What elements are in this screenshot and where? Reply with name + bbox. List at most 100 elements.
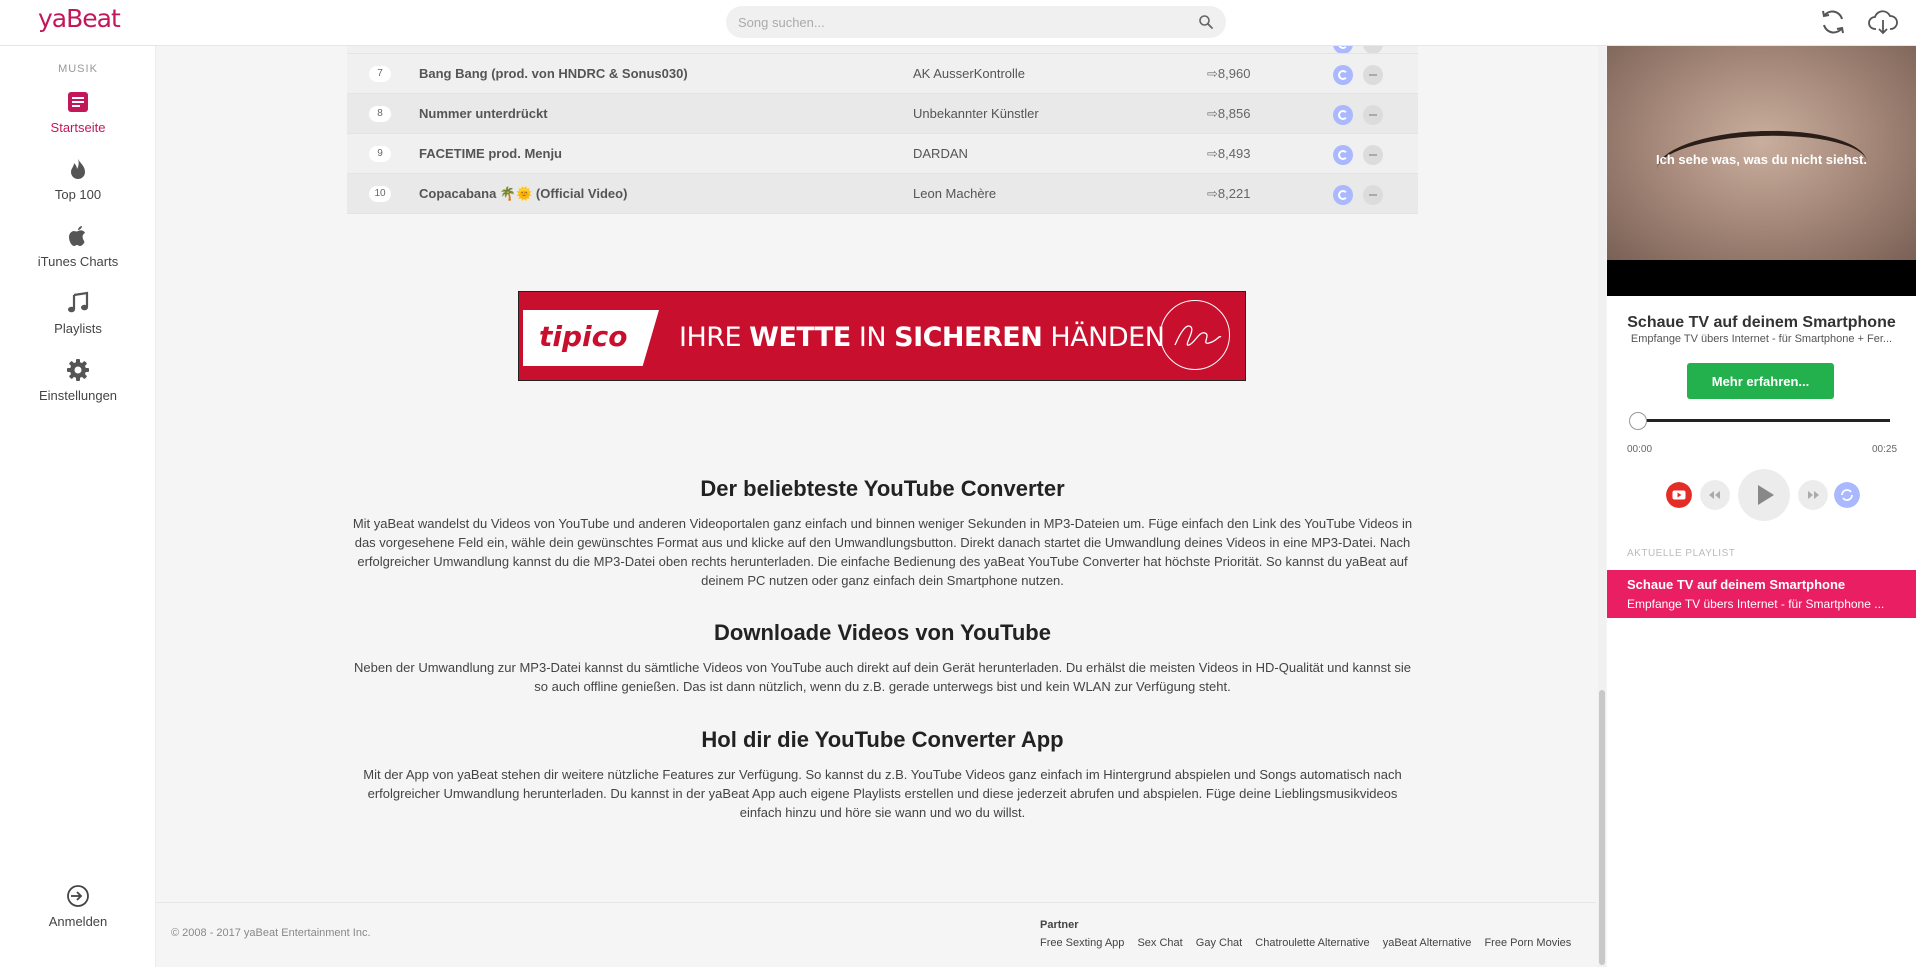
flame-icon — [71, 158, 85, 179]
convert-button[interactable] — [1333, 65, 1353, 85]
playlist-item[interactable]: Schaue TV auf deinem Smartphone Empfange… — [1607, 570, 1916, 618]
partner-heading: Partner — [1040, 919, 1079, 931]
track-number: 8 — [369, 106, 391, 122]
ad-slogan-part: IHRE — [679, 322, 750, 353]
plays-icon: ⇨ — [1207, 146, 1218, 161]
track-title[interactable]: FACETIME prod. Menju — [419, 146, 562, 161]
fast-forward-icon[interactable] — [1798, 480, 1828, 510]
player-panel: Ich sehe was, was du nicht siehst. Schau… — [1607, 46, 1916, 967]
nav-item-top100[interactable]: Top 100 — [0, 157, 156, 215]
track-plays: ⇨8,960 — [1207, 66, 1250, 82]
top-header: yaBeat — [0, 0, 1916, 46]
partner-link[interactable]: yaBeat Alternative — [1383, 937, 1472, 949]
ad-seal-signature — [1160, 300, 1230, 370]
ad-slogan-part: WETTE — [749, 322, 851, 353]
nav-item-einstellungen[interactable]: Einstellungen — [0, 358, 156, 416]
track-title[interactable]: Copacabana 🌴🌞 (Official Video) — [419, 186, 627, 202]
convert-button[interactable] — [1333, 145, 1353, 165]
yabeat-logo[interactable]: yaBeat — [38, 4, 121, 33]
playlist-heading: AKTUELLE PLAYLIST — [1627, 548, 1736, 559]
partner-links: Free Sexting App Sex Chat Gay Chat Chatr… — [1040, 937, 1581, 949]
nav-item-startseite[interactable]: Startseite — [0, 90, 156, 148]
sync-icon[interactable] — [1817, 6, 1849, 38]
nav-label: Playlists — [54, 321, 102, 336]
article-download: Downloade Videos von YouTube Neben der U… — [347, 620, 1418, 696]
track-title[interactable]: Nummer unterdrückt — [419, 106, 548, 121]
music-note-icon — [68, 291, 89, 313]
rewind-icon[interactable] — [1700, 480, 1730, 510]
nav-label: Einstellungen — [38, 388, 118, 403]
convert-button[interactable] — [1333, 105, 1353, 125]
convert-button[interactable] — [1333, 185, 1353, 205]
more-button[interactable] — [1363, 145, 1383, 165]
login-label: Anmelden — [48, 914, 108, 929]
plays-count: 8,221 — [1217, 186, 1251, 201]
apple-icon — [69, 226, 85, 246]
learn-more-button[interactable]: Mehr erfahren... — [1687, 363, 1834, 399]
left-sidebar: MUSIK Startseite Top 100 iTunes Charts P… — [0, 46, 156, 967]
time-total: 00:25 — [1872, 444, 1898, 455]
more-button[interactable] — [1363, 105, 1383, 125]
more-button[interactable] — [1363, 65, 1383, 85]
search-input[interactable] — [726, 6, 1166, 38]
partner-link[interactable]: Free Sexting App — [1040, 937, 1124, 949]
video-player[interactable]: Ich sehe was, was du nicht siehst. — [1607, 46, 1916, 296]
progress-bar[interactable] — [1637, 419, 1890, 422]
plays-icon: ⇨ — [1207, 66, 1218, 81]
signature-graphic — [1174, 325, 1222, 346]
nav-label: iTunes Charts — [37, 254, 119, 269]
track-number: 9 — [369, 146, 391, 162]
cloud-download-icon[interactable] — [1867, 6, 1899, 38]
progress-knob[interactable] — [1629, 412, 1647, 430]
ad-slogan-part: IN — [850, 322, 895, 353]
track-artist[interactable]: Unbekannter Künstler — [913, 106, 1039, 121]
track-plays: ⇨8,493 — [1207, 146, 1250, 162]
table-row[interactable] — [347, 46, 1418, 54]
gear-icon — [67, 359, 89, 381]
more-button[interactable] — [1363, 46, 1383, 53]
plays-icon: ⇨ — [1207, 186, 1218, 201]
track-title[interactable]: Bang Bang (prod. von HNDRC & Sonus030) — [419, 66, 688, 81]
playlist-item-title: Schaue TV auf deinem Smartphone — [1627, 577, 1846, 592]
track-artist[interactable]: Leon Machère — [913, 186, 996, 201]
youtube-icon[interactable] — [1666, 482, 1692, 508]
track-number: 10 — [369, 186, 391, 202]
search-bar[interactable] — [726, 6, 1226, 38]
track-artist[interactable]: AK AusserKontrolle — [913, 66, 1025, 81]
track-table: 7 Bang Bang (prod. von HNDRC & Sonus030)… — [347, 46, 1418, 214]
promo-subtitle: Empfange TV übers Internet - für Smartph… — [1630, 333, 1893, 345]
tipico-ad-banner[interactable]: tipico IHRE WETTE IN SICHEREN HÄNDEN — [518, 291, 1246, 381]
convert-button[interactable] — [1333, 46, 1353, 53]
nav-heading: MUSIK — [58, 63, 98, 75]
play-icon[interactable] — [1738, 469, 1790, 521]
scrollbar-thumb[interactable] — [1599, 690, 1605, 965]
nav-item-itunes-charts[interactable]: iTunes Charts — [0, 224, 156, 282]
partner-link[interactable]: Chatroulette Alternative — [1255, 937, 1369, 949]
ad-slogan: IHRE WETTE IN SICHEREN HÄNDEN — [679, 322, 1165, 353]
time-current: 00:00 — [1627, 444, 1653, 455]
nav-item-playlists[interactable]: Playlists — [0, 291, 156, 349]
plays-count: 8,856 — [1217, 106, 1251, 121]
article-converter: Der beliebteste YouTube Converter Mit ya… — [347, 476, 1418, 590]
more-button[interactable] — [1363, 185, 1383, 205]
login-button[interactable]: Anmelden — [0, 884, 156, 942]
table-row[interactable]: 8 Nummer unterdrückt Unbekannter Künstle… — [347, 94, 1418, 134]
partner-link[interactable]: Gay Chat — [1196, 937, 1242, 949]
plays-count: 8,960 — [1217, 66, 1251, 81]
convert-icon[interactable] — [1834, 482, 1860, 508]
search-icon[interactable] — [1198, 14, 1214, 30]
partner-link[interactable]: Sex Chat — [1137, 937, 1182, 949]
login-icon — [67, 885, 89, 907]
plays-icon: ⇨ — [1207, 106, 1218, 121]
track-number: 7 — [369, 66, 391, 82]
partner-link[interactable]: Free Porn Movies — [1484, 937, 1571, 949]
ad-brand: tipico — [539, 320, 628, 353]
nav-label: Top 100 — [54, 187, 102, 202]
table-row[interactable]: 7 Bang Bang (prod. von HNDRC & Sonus030)… — [347, 54, 1418, 94]
table-row[interactable]: 10 Copacabana 🌴🌞 (Official Video) Leon M… — [347, 174, 1418, 214]
promo-title: Schaue TV auf deinem Smartphone — [1627, 314, 1896, 331]
track-artist[interactable]: DARDAN — [913, 146, 968, 161]
playlist-item-subtitle: Empfange TV übers Internet - für Smartph… — [1627, 597, 1885, 611]
article-body: Mit yaBeat wandelst du Videos von YouTub… — [352, 516, 1413, 588]
table-row[interactable]: 9 FACETIME prod. Menju DARDAN ⇨8,493 — [347, 134, 1418, 174]
